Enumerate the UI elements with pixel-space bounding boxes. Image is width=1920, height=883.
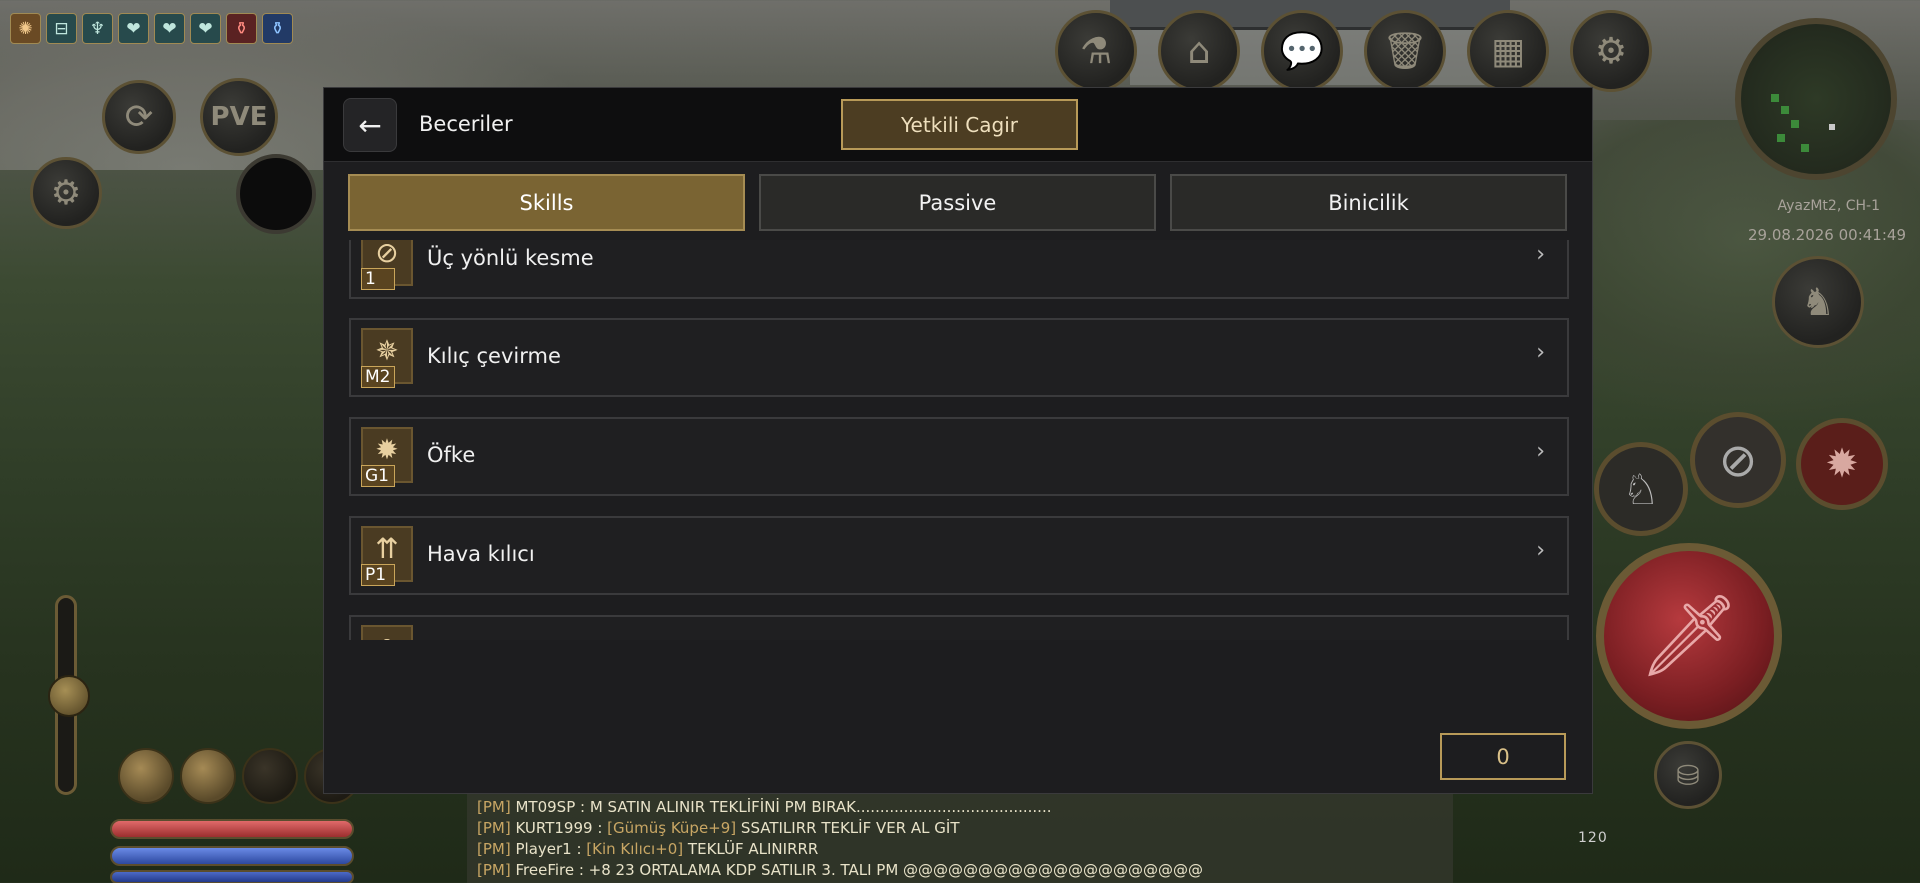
chevron-right-icon: › (1536, 242, 1545, 267)
heart-buff-icon-3: ❤ (190, 13, 221, 44)
skill-row[interactable]: ◌10Hamle› (349, 615, 1569, 640)
skill-name: Üç yönlü kesme (427, 246, 594, 270)
skill-row[interactable]: ⊘ 1 Üç yönlü kesme › (349, 240, 1569, 299)
skill-name: Kılıç çevirme (427, 344, 561, 368)
chat-item-link[interactable]: [Gümüş Küpe+9] (607, 819, 736, 837)
dark-orb-slot[interactable] (236, 154, 316, 234)
skill-level-badge: M2 (361, 366, 395, 388)
back-arrow-icon[interactable]: ← (343, 98, 397, 152)
skill-name: Öfke (427, 443, 476, 467)
pve-button[interactable]: PVE (200, 78, 278, 156)
chat-line: [PM] FreeFire : +8 23 ORTALAMA KDP SATIL… (477, 860, 1443, 881)
chat-message: KURT1999 : (515, 819, 608, 837)
potion-flask-icon[interactable]: ⚗ (1055, 10, 1137, 92)
skill-slot-rage-icon[interactable]: ✹ (1796, 418, 1888, 510)
tab-binicilik[interactable]: Binicilik (1170, 174, 1567, 231)
tab-skills[interactable]: Skills (348, 174, 745, 231)
quickslot-1[interactable] (118, 748, 174, 804)
chat-channel-tag: [PM] (477, 861, 511, 879)
left-settings-icon[interactable]: ⚙ (30, 157, 102, 229)
server-time-label: 29.08.2026 00:41:49 (1747, 226, 1906, 244)
settings-icon[interactable]: ⚙ (1570, 10, 1652, 92)
buff-bar: ✺ ⊟ ♆ ❤ ❤ ❤ ⚱ ⚱ (10, 13, 293, 44)
chevron-right-icon: › (1536, 439, 1545, 464)
chevron-right-icon: › (1536, 340, 1545, 365)
attack-sword-icon[interactable]: 🗡 (1596, 543, 1782, 729)
chevron-right-icon: › (1536, 538, 1545, 563)
hp-bar (110, 819, 354, 839)
quickslot-2[interactable] (180, 748, 236, 804)
chat-line: [PM] KURT1999 : [Gümüş Küpe+9] SSATILIRR… (477, 818, 1443, 839)
tab-passive[interactable]: Passive (759, 174, 1156, 231)
chat-message-rest: SSATILIRR TEKLİF VER AL GİT (736, 819, 960, 837)
heart-buff-icon-2: ❤ (154, 13, 185, 44)
skill-points-counter: 0 (1440, 733, 1566, 780)
zoom-slider-knob[interactable] (48, 675, 90, 717)
dash-icon: ◌ (361, 625, 413, 640)
skill-row[interactable]: ✹ G1 Öfke › (349, 417, 1569, 496)
chat-channel-tag: [PM] (477, 819, 511, 837)
red-potion-icon: ⚱ (226, 13, 257, 44)
shop-icon[interactable]: ⌂ (1158, 10, 1240, 92)
chat-line: [PM] MT09SP : M SATIN ALINIR TEKLİFİNİ P… (477, 797, 1443, 818)
skill-row[interactable]: ✵ M2 Kılıç çevirme › (349, 318, 1569, 397)
chat-message: Player1 : (515, 840, 587, 858)
call-gm-button[interactable]: Yetkili Cagir (841, 99, 1078, 150)
server-channel-label: AyazMt2, CH-1 (1777, 198, 1880, 214)
panel-header: ← Beceriler Yetkili Cagir (324, 88, 1592, 162)
skill-slot-wolf-icon[interactable]: ♘ (1594, 442, 1688, 536)
mp-bar (110, 846, 354, 866)
skill-name: Hava kılıcı (427, 542, 535, 566)
trash-icon[interactable]: 🗑 (1364, 10, 1446, 92)
chat-message-rest: TEKLÜF ALINIRRR (683, 840, 819, 858)
chat-channel-tag: [PM] (477, 798, 511, 816)
skill-level-badge: P1 (361, 564, 395, 586)
sun-buff-icon: ✺ (10, 13, 41, 44)
chat-channel-tag: [PM] (477, 840, 511, 858)
skill-level-badge: 1 (361, 268, 395, 290)
chat-item-link[interactable]: [Kin Kılıcı+0] (586, 840, 683, 858)
skill-slot-slash-icon[interactable]: ⊘ (1690, 412, 1786, 508)
panel-title: Beceriler (419, 112, 513, 136)
chat-message: MT09SP : M SATIN ALINIR TEKLİFİNİ PM BIR… (515, 798, 1052, 816)
skill-level-badge: G1 (361, 465, 395, 487)
level-indicator: 120 (1578, 830, 1608, 846)
chevron-right-icon: › (1536, 637, 1545, 640)
skill-list[interactable]: ⊘ 1 Üç yönlü kesme › ✵ M2 Kılıç çevirme › ✹ G1 Öfk… (349, 240, 1569, 640)
skill-tabs: Skills Passive Binicilik (348, 174, 1567, 231)
xp-bar (110, 870, 354, 883)
heart-buff-icon-1: ❤ (118, 13, 149, 44)
horse-icon[interactable]: ♞ (1772, 256, 1864, 348)
skills-panel: ← Beceriler Yetkili Cagir Skills Passive B… (323, 87, 1593, 794)
chat-log: [PM] MT09SP : M SATIN ALINIR TEKLİFİNİ P… (467, 792, 1453, 883)
chat-line: [PM] Player1 : [Kin Kılıcı+0] TEKLÜF ALI… (477, 839, 1443, 860)
quickslot-3[interactable] (242, 748, 298, 804)
chat-icon[interactable]: 💬 (1261, 10, 1343, 92)
coins-icon[interactable]: ⛁ (1654, 741, 1722, 809)
skill-row[interactable]: ⇈ P1 Hava kılıcı › (349, 516, 1569, 595)
chat-message: FreeFire : +8 23 ORTALAMA KDP SATILIR 3.… (515, 861, 1204, 879)
scroll-buff-icon: ⊟ (46, 13, 77, 44)
potion-buff-icon: ♆ (82, 13, 113, 44)
grid-menu-icon[interactable]: ▦ (1467, 10, 1549, 92)
sync-icon[interactable]: ⟳ (102, 80, 176, 154)
minimap[interactable] (1735, 18, 1897, 180)
blue-potion-icon: ⚱ (262, 13, 293, 44)
